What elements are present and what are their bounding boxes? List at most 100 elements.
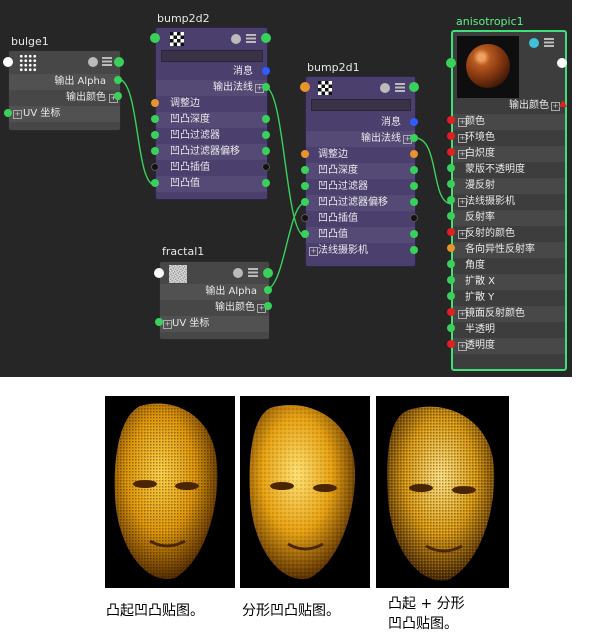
bump2d1-interp-port-in[interactable] (301, 214, 309, 222)
aniso-row-5[interactable]: + 法线摄影机 (453, 194, 565, 210)
fractal-uv-expand-icon[interactable]: + (163, 320, 172, 329)
fractal-input-port[interactable] (154, 268, 164, 278)
node-anisotropic[interactable]: 输出颜色 + + 颜色 + 环境色 + 白炽度 蒙版不透明度 漫反射 + 法线摄影机 反射率 + 反射的… (451, 30, 567, 371)
bulge-uv-port[interactable] (4, 109, 12, 117)
aniso-row-4[interactable]: 漫反射 (453, 178, 565, 194)
node-bump2d2[interactable]: 消息 输出法线 + 调整边 凹凸深度 凹凸过滤器 凹凸过滤器偏移 凹凸插值 凹凸值 (155, 27, 268, 200)
bulge-out-alpha-port[interactable] (114, 76, 122, 84)
aniso-row-14[interactable]: + 透明度 (453, 338, 565, 354)
bump2d1-filter-port-in[interactable] (301, 182, 309, 190)
bump2d1-adjust-edge-port-out[interactable] (410, 150, 418, 158)
bump2d1-swatch-toggle-icon[interactable] (380, 83, 390, 93)
fractal-out-alpha-port[interactable] (264, 286, 272, 294)
bump2d1-interp-port-out[interactable] (410, 214, 418, 222)
aniso-row-7[interactable]: + 反射的颜色 (453, 226, 565, 242)
aniso-row-1[interactable]: + 环境色 (453, 130, 565, 146)
bump2d1-input-port[interactable] (300, 82, 310, 92)
node-bump2d1[interactable]: 消息 输出法线 + 调整边 凹凸深度 凹凸过滤器 凹凸过滤器偏移 凹凸插值 凹凸值… (305, 76, 416, 267)
bump2d1-filter-offset-port-in[interactable] (301, 198, 309, 206)
bump2d1-value-port-out[interactable] (410, 230, 418, 238)
fractal-output-port[interactable] (263, 268, 273, 278)
bump2d2-swatch-toggle-icon[interactable] (231, 34, 241, 44)
node-bulge[interactable]: 输出 Alpha 输出颜色 + + UV 坐标 (8, 50, 121, 131)
aniso-swatch-toggle-icon[interactable] (529, 38, 539, 48)
bump2d1-menu-icon[interactable] (395, 83, 405, 92)
bump2d2-filter-offset-port-in[interactable] (151, 147, 159, 155)
aniso-row-8[interactable]: 各向异性反射率 (453, 242, 565, 258)
aniso-row-port[interactable] (447, 244, 455, 252)
bump2d2-output-port[interactable] (261, 33, 271, 43)
bump2d1-filter-offset-port-out[interactable] (410, 198, 418, 206)
bump2d1-camera-expand-icon[interactable]: + (309, 247, 318, 256)
aniso-row-11[interactable]: 扩散 Y (453, 290, 565, 306)
bulge-swatch-toggle-icon[interactable] (88, 57, 98, 67)
bump2d2-message-port[interactable] (262, 67, 270, 75)
bump2d2-interp-port-out[interactable] (262, 163, 270, 171)
bump2d1-camera-port[interactable] (410, 246, 418, 254)
bulge-input-port[interactable] (3, 57, 13, 67)
bulge-output-port[interactable] (114, 57, 124, 67)
aniso-row-port[interactable] (447, 340, 455, 348)
aniso-row-port[interactable] (447, 148, 455, 156)
aniso-row-port[interactable] (447, 324, 455, 332)
bump2d2-menu-icon[interactable] (246, 34, 256, 43)
bump2d2-depth-port-out[interactable] (262, 115, 270, 123)
bulge-out-color-port[interactable] (114, 92, 122, 100)
aniso-input-port[interactable] (446, 58, 456, 68)
fractal-swatch-toggle-icon[interactable] (233, 268, 243, 278)
bump2d2-value-port-out[interactable] (262, 179, 270, 187)
aniso-row-0[interactable]: + 颜色 (453, 114, 565, 130)
bump2d1-row-out-normal: 输出法线 + (306, 131, 415, 147)
aniso-row-2[interactable]: + 白炽度 (453, 146, 565, 162)
bulge-row-out-alpha[interactable]: 输出 Alpha (9, 74, 120, 90)
aniso-row-port[interactable] (447, 196, 455, 204)
aniso-row-13[interactable]: 半透明 (453, 322, 565, 338)
aniso-row-port[interactable] (447, 276, 455, 284)
bulge-row-uv[interactable]: + UV 坐标 (9, 106, 120, 122)
bump2d2-depth-port-in[interactable] (151, 115, 159, 123)
aniso-output-port[interactable] (557, 58, 567, 68)
aniso-row-9[interactable]: 角度 (453, 258, 565, 274)
fractal-uv-port[interactable] (155, 318, 163, 326)
bump2d1-message-port[interactable] (410, 118, 418, 126)
bump2d1-value-port-in[interactable] (301, 230, 309, 238)
aniso-row-label: 蒙版不透明度 (465, 164, 525, 175)
bump2d2-filter-port-out[interactable] (262, 131, 270, 139)
bump2d1-output-port[interactable] (409, 82, 419, 92)
fractal-out-color-port[interactable] (264, 302, 272, 310)
aniso-row-10[interactable]: 扩散 X (453, 274, 565, 290)
aniso-row-6[interactable]: 反射率 (453, 210, 565, 226)
aniso-row-3[interactable]: 蒙版不透明度 (453, 162, 565, 178)
bump2d1-name-field[interactable] (311, 99, 411, 111)
aniso-row-port[interactable] (447, 260, 455, 268)
bump2d1-filter-port-out[interactable] (410, 182, 418, 190)
aniso-row-port[interactable] (447, 116, 455, 124)
bump2d2-input-port[interactable] (150, 33, 160, 43)
aniso-row-port[interactable] (447, 180, 455, 188)
bulge-row-out-color[interactable]: 输出颜色 + (9, 90, 120, 106)
bump2d2-value-port-in[interactable] (151, 179, 159, 187)
aniso-row-port[interactable] (447, 132, 455, 140)
aniso-menu-icon[interactable] (544, 38, 554, 47)
bump2d1-out-normal-port[interactable] (410, 134, 418, 142)
bump2d1-adjust-edge-port-in[interactable] (301, 150, 309, 158)
bulge-uv-expand-icon[interactable]: + (13, 110, 22, 119)
aniso-row-port[interactable] (447, 212, 455, 220)
bump2d2-filter-offset-port-out[interactable] (262, 147, 270, 155)
bump2d2-interp-port-in[interactable] (151, 163, 159, 171)
fractal-menu-icon[interactable] (248, 268, 258, 277)
bump2d2-adjust-edge-port[interactable] (151, 99, 159, 107)
aniso-row-12[interactable]: + 镜面反射颜色 (453, 306, 565, 322)
aniso-row-port[interactable] (447, 228, 455, 236)
bump2d2-filter-port-in[interactable] (151, 131, 159, 139)
bulge-menu-icon[interactable] (102, 57, 112, 66)
aniso-row-port[interactable] (447, 308, 455, 316)
node-fractal[interactable]: 输出 Alpha 输出颜色 + + UV 坐标 (159, 261, 270, 340)
aniso-row-port[interactable] (447, 164, 455, 172)
bump2d2-name-field[interactable] (161, 50, 263, 62)
bump2d2-out-normal-port[interactable] (262, 83, 270, 91)
hypershade-node-editor[interactable]: bulge1 输出 Alpha 输出颜色 + + UV 坐标 bump2d2 消… (0, 0, 572, 377)
bump2d1-depth-port-in[interactable] (301, 166, 309, 174)
bump2d1-depth-port-out[interactable] (410, 166, 418, 174)
aniso-row-port[interactable] (447, 292, 455, 300)
